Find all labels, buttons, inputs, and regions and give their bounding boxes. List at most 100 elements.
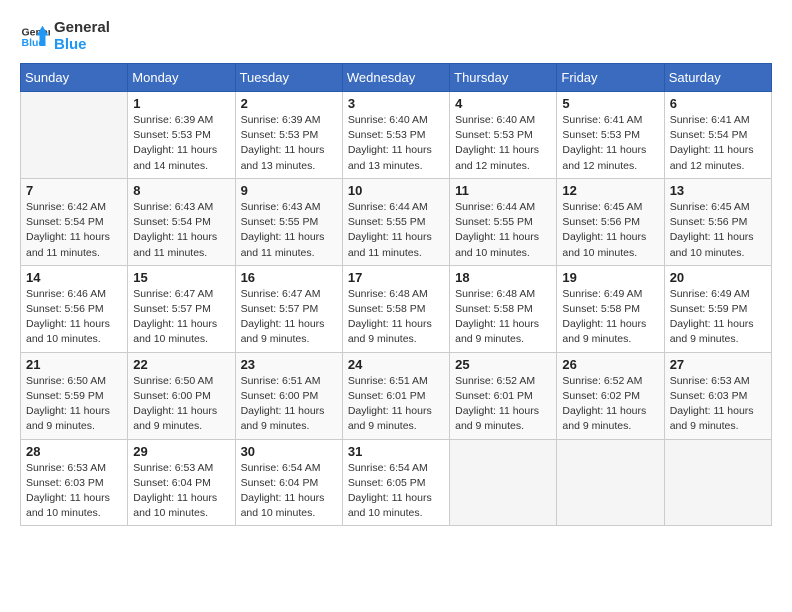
day-info: Sunrise: 6:50 AM Sunset: 5:59 PM Dayligh… xyxy=(26,374,122,435)
day-cell: 14 Sunrise: 6:46 AM Sunset: 5:56 PM Dayli… xyxy=(21,265,128,352)
day-cell: 5Sunrise: 6:41 AM Sunset: 5:53 PM Daylig… xyxy=(557,92,664,179)
day-number: 16 xyxy=(241,270,337,285)
day-cell: 4 Sunrise: 6:40 AM Sunset: 5:53 PM Daylig… xyxy=(450,92,557,179)
day-info: Sunrise: 6:48 AM Sunset: 5:58 PM Dayligh… xyxy=(348,287,444,348)
day-cell xyxy=(557,439,664,526)
day-cell: 19 Sunrise: 6:49 AM Sunset: 5:58 PM Dayli… xyxy=(557,265,664,352)
day-number: 29 xyxy=(133,444,229,459)
day-info: Sunrise: 6:54 AM Sunset: 6:04 PM Dayligh… xyxy=(241,461,337,522)
day-number: 24 xyxy=(348,357,444,372)
day-info: Sunrise: 6:46 AM Sunset: 5:56 PM Dayligh… xyxy=(26,287,122,348)
day-number: 2 xyxy=(241,96,337,111)
day-number: 25 xyxy=(455,357,551,372)
day-number: 9 xyxy=(241,183,337,198)
day-cell: 20 Sunrise: 6:49 AM Sunset: 5:59 PM Dayli… xyxy=(664,265,771,352)
day-cell: 30Sunrise: 6:54 AM Sunset: 6:04 PM Dayli… xyxy=(235,439,342,526)
header-cell-sunday: Sunday xyxy=(21,64,128,92)
day-info: Sunrise: 6:45 AM Sunset: 5:56 PM Dayligh… xyxy=(670,200,766,261)
day-cell: 11 Sunrise: 6:44 AM Sunset: 5:55 PM Dayli… xyxy=(450,178,557,265)
day-number: 4 xyxy=(455,96,551,111)
day-info: Sunrise: 6:40 AM Sunset: 5:53 PM Dayligh… xyxy=(455,113,551,174)
day-number: 20 xyxy=(670,270,766,285)
day-cell: 2 Sunrise: 6:39 AM Sunset: 5:53 PM Daylig… xyxy=(235,92,342,179)
day-info: Sunrise: 6:45 AM Sunset: 5:56 PM Dayligh… xyxy=(562,200,658,261)
day-info: Sunrise: 6:51 AM Sunset: 6:00 PM Dayligh… xyxy=(241,374,337,435)
header-cell-tuesday: Tuesday xyxy=(235,64,342,92)
day-number: 19 xyxy=(562,270,658,285)
day-number: 6 xyxy=(670,96,766,111)
day-number: 8 xyxy=(133,183,229,198)
day-cell: 24 Sunrise: 6:51 AM Sunset: 6:01 PM Dayli… xyxy=(342,352,449,439)
day-number: 3 xyxy=(348,96,444,111)
week-row-1: 1 Sunrise: 6:39 AM Sunset: 5:53 PM Daylig… xyxy=(21,92,772,179)
day-info: Sunrise: 6:39 AM Sunset: 5:53 PM Dayligh… xyxy=(241,113,337,174)
day-cell: 6 Sunrise: 6:41 AM Sunset: 5:54 PM Daylig… xyxy=(664,92,771,179)
logo-icon: General Blue xyxy=(20,22,50,52)
day-cell: 8 Sunrise: 6:43 AM Sunset: 5:54 PM Daylig… xyxy=(128,178,235,265)
day-info: Sunrise: 6:48 AM Sunset: 5:58 PM Dayligh… xyxy=(455,287,551,348)
day-info: Sunrise: 6:54 AM Sunset: 6:05 PM Dayligh… xyxy=(348,461,444,522)
day-info: Sunrise: 6:41 AM Sunset: 5:53 PM Dayligh… xyxy=(562,113,658,174)
day-info: Sunrise: 6:47 AM Sunset: 5:57 PM Dayligh… xyxy=(133,287,229,348)
day-info: Sunrise: 6:52 AM Sunset: 6:01 PM Dayligh… xyxy=(455,374,551,435)
day-info: Sunrise: 6:41 AM Sunset: 5:54 PM Dayligh… xyxy=(670,113,766,174)
header-cell-wednesday: Wednesday xyxy=(342,64,449,92)
day-cell xyxy=(664,439,771,526)
header-row: SundayMondayTuesdayWednesdayThursdayFrid… xyxy=(21,64,772,92)
day-info: Sunrise: 6:51 AM Sunset: 6:01 PM Dayligh… xyxy=(348,374,444,435)
page-header: General Blue General Blue xyxy=(20,20,772,53)
day-number: 26 xyxy=(562,357,658,372)
day-info: Sunrise: 6:42 AM Sunset: 5:54 PM Dayligh… xyxy=(26,200,122,261)
day-info: Sunrise: 6:50 AM Sunset: 6:00 PM Dayligh… xyxy=(133,374,229,435)
header-cell-monday: Monday xyxy=(128,64,235,92)
day-info: Sunrise: 6:47 AM Sunset: 5:57 PM Dayligh… xyxy=(241,287,337,348)
day-cell xyxy=(21,92,128,179)
day-info: Sunrise: 6:49 AM Sunset: 5:58 PM Dayligh… xyxy=(562,287,658,348)
day-number: 31 xyxy=(348,444,444,459)
day-info: Sunrise: 6:44 AM Sunset: 5:55 PM Dayligh… xyxy=(455,200,551,261)
day-number: 21 xyxy=(26,357,122,372)
day-info: Sunrise: 6:40 AM Sunset: 5:53 PM Dayligh… xyxy=(348,113,444,174)
day-cell: 22Sunrise: 6:50 AM Sunset: 6:00 PM Dayli… xyxy=(128,352,235,439)
day-cell: 23Sunrise: 6:51 AM Sunset: 6:00 PM Dayli… xyxy=(235,352,342,439)
day-info: Sunrise: 6:43 AM Sunset: 5:54 PM Dayligh… xyxy=(133,200,229,261)
day-number: 11 xyxy=(455,183,551,198)
day-number: 18 xyxy=(455,270,551,285)
day-cell: 10 Sunrise: 6:44 AM Sunset: 5:55 PM Dayli… xyxy=(342,178,449,265)
day-number: 7 xyxy=(26,183,122,198)
day-cell: 25 Sunrise: 6:52 AM Sunset: 6:01 PM Dayli… xyxy=(450,352,557,439)
day-number: 28 xyxy=(26,444,122,459)
logo: General Blue General Blue xyxy=(20,20,110,53)
day-cell: 18 Sunrise: 6:48 AM Sunset: 5:58 PM Dayli… xyxy=(450,265,557,352)
day-info: Sunrise: 6:49 AM Sunset: 5:59 PM Dayligh… xyxy=(670,287,766,348)
day-number: 12 xyxy=(562,183,658,198)
day-cell: 28 Sunrise: 6:53 AM Sunset: 6:03 PM Dayli… xyxy=(21,439,128,526)
day-cell: 12 Sunrise: 6:45 AM Sunset: 5:56 PM Dayli… xyxy=(557,178,664,265)
day-number: 1 xyxy=(133,96,229,111)
day-cell: 15 Sunrise: 6:47 AM Sunset: 5:57 PM Dayli… xyxy=(128,265,235,352)
calendar-table: SundayMondayTuesdayWednesdayThursdayFrid… xyxy=(20,63,772,526)
day-info: Sunrise: 6:44 AM Sunset: 5:55 PM Dayligh… xyxy=(348,200,444,261)
day-info: Sunrise: 6:53 AM Sunset: 6:03 PM Dayligh… xyxy=(26,461,122,522)
day-cell xyxy=(450,439,557,526)
day-cell: 3 Sunrise: 6:40 AM Sunset: 5:53 PM Daylig… xyxy=(342,92,449,179)
day-cell: 7 Sunrise: 6:42 AM Sunset: 5:54 PM Daylig… xyxy=(21,178,128,265)
day-cell: 26 Sunrise: 6:52 AM Sunset: 6:02 PM Dayli… xyxy=(557,352,664,439)
day-cell: 1Sunrise: 6:39 AM Sunset: 5:53 PM Daylig… xyxy=(128,92,235,179)
day-number: 15 xyxy=(133,270,229,285)
week-row-2: 7 Sunrise: 6:42 AM Sunset: 5:54 PM Daylig… xyxy=(21,178,772,265)
day-number: 14 xyxy=(26,270,122,285)
day-number: 10 xyxy=(348,183,444,198)
day-info: Sunrise: 6:43 AM Sunset: 5:55 PM Dayligh… xyxy=(241,200,337,261)
header-cell-saturday: Saturday xyxy=(664,64,771,92)
header-cell-friday: Friday xyxy=(557,64,664,92)
day-cell: 21 Sunrise: 6:50 AM Sunset: 5:59 PM Dayli… xyxy=(21,352,128,439)
day-cell: 27 Sunrise: 6:53 AM Sunset: 6:03 PM Dayli… xyxy=(664,352,771,439)
day-cell: 9 Sunrise: 6:43 AM Sunset: 5:55 PM Daylig… xyxy=(235,178,342,265)
day-info: Sunrise: 6:53 AM Sunset: 6:03 PM Dayligh… xyxy=(670,374,766,435)
week-row-5: 28 Sunrise: 6:53 AM Sunset: 6:03 PM Dayli… xyxy=(21,439,772,526)
day-cell: 31 Sunrise: 6:54 AM Sunset: 6:05 PM Dayli… xyxy=(342,439,449,526)
day-number: 27 xyxy=(670,357,766,372)
day-info: Sunrise: 6:52 AM Sunset: 6:02 PM Dayligh… xyxy=(562,374,658,435)
day-cell: 29Sunrise: 6:53 AM Sunset: 6:04 PM Dayli… xyxy=(128,439,235,526)
